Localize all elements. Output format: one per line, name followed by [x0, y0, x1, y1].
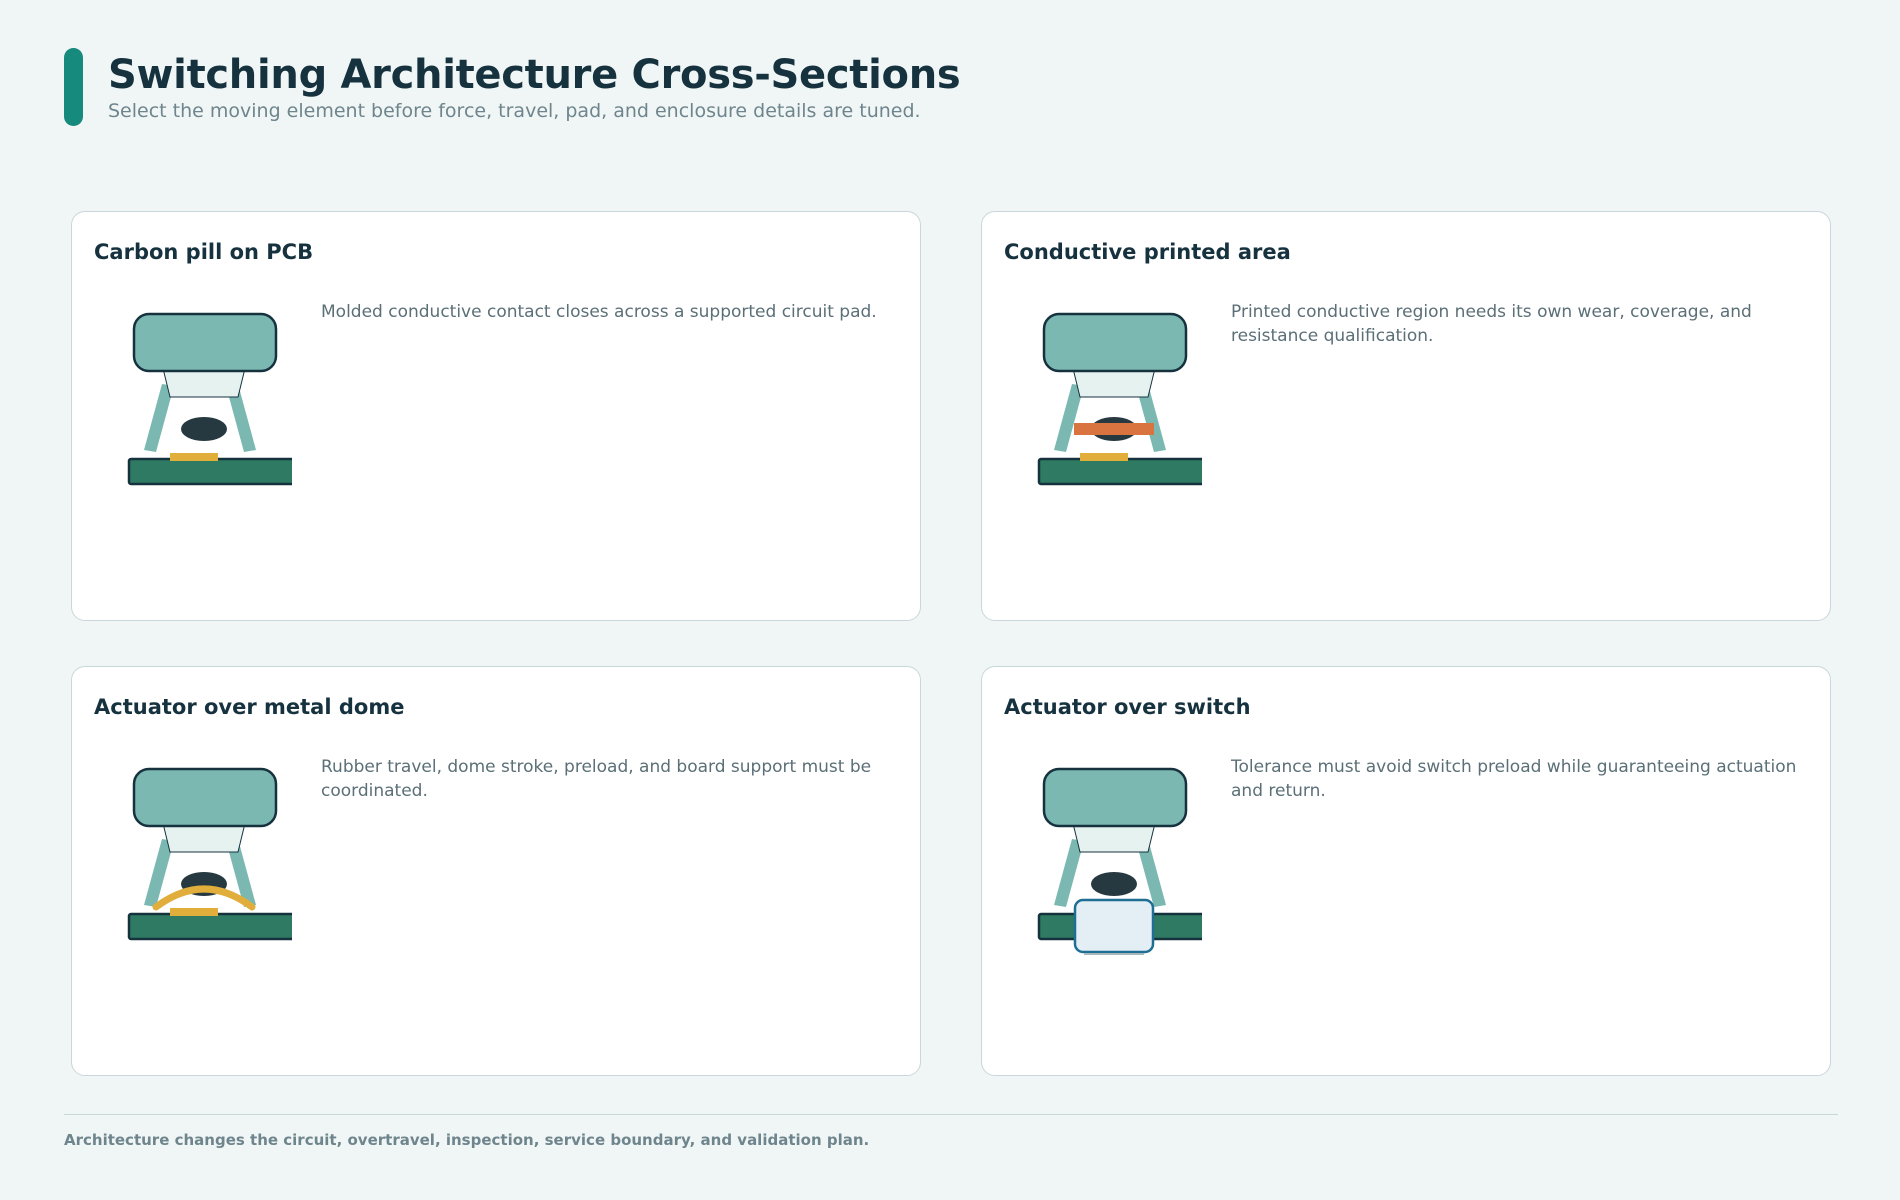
keycap — [132, 312, 278, 373]
carbon-pill — [181, 417, 227, 441]
card-description: Tolerance must avoid switch preload whil… — [1231, 757, 1797, 801]
printed-area-cross-section — [1037, 312, 1202, 486]
carbon-pill — [1091, 872, 1137, 896]
pcb-board — [127, 912, 292, 941]
metal-dome — [152, 885, 256, 911]
card-title: Conductive printed area — [1004, 240, 1291, 264]
footer-divider — [64, 1114, 1838, 1115]
card-printed-area: Conductive printed area Printed conducti… — [981, 211, 1831, 621]
card-tact-switch: Actuator over switch Tolerance must avoi… — [981, 666, 1831, 1076]
card-description: Molded conductive contact closes across … — [321, 302, 877, 322]
pcb-board — [1037, 457, 1202, 486]
metal-dome-cross-section — [127, 767, 292, 941]
carbon-pill-cross-section — [127, 312, 292, 486]
card-carbon-pill: Carbon pill on PCB Molded conductive con… — [71, 211, 921, 621]
tact-switch-cross-section — [1037, 767, 1202, 955]
keycap — [1042, 767, 1188, 828]
pcb-board — [127, 457, 292, 486]
card-title: Actuator over metal dome — [94, 695, 405, 719]
circuit-pad — [1080, 453, 1128, 461]
page-title: Switching Architecture Cross-Sections — [108, 52, 961, 98]
circuit-pad — [170, 908, 218, 916]
footer-note: Architecture changes the circuit, overtr… — [64, 1131, 870, 1149]
card-description: Printed conductive region needs its own … — [1231, 302, 1752, 346]
tact-switch — [1073, 898, 1155, 954]
card-description: Rubber travel, dome stroke, preload, and… — [321, 757, 872, 801]
circuit-pad — [170, 453, 218, 461]
card-title: Carbon pill on PCB — [94, 240, 314, 264]
title-accent-bar — [64, 48, 83, 126]
keycap — [132, 767, 278, 828]
conductive-printed-area — [1074, 423, 1154, 435]
page-subtitle: Select the moving element before force, … — [108, 100, 921, 122]
card-metal-dome: Actuator over metal dome Rubber travel, … — [71, 666, 921, 1076]
keycap — [1042, 312, 1188, 373]
card-title: Actuator over switch — [1004, 695, 1251, 719]
